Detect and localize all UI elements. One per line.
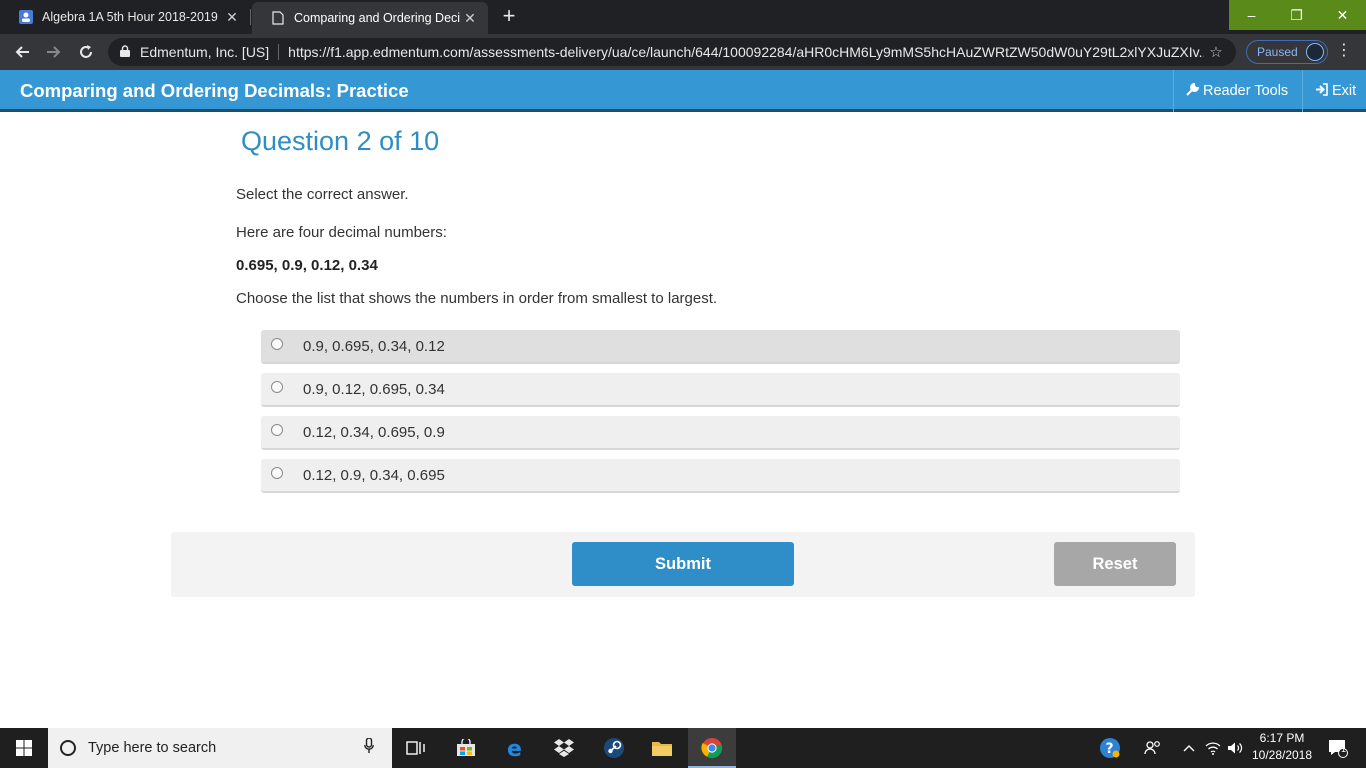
address-divider: [278, 44, 280, 60]
submit-button[interactable]: Submit: [572, 542, 794, 586]
help-icon[interactable]: ?: [1096, 728, 1124, 768]
radio-button[interactable]: [271, 423, 283, 436]
svg-text:?: ?: [1106, 741, 1114, 757]
exit-button[interactable]: Exit: [1302, 70, 1366, 112]
url-text[interactable]: https://f1.app.edmentum.com/assessments-…: [288, 44, 1204, 60]
site-organization: Edmentum, Inc. [US]: [140, 44, 270, 60]
answer-option-label: 0.12, 0.34, 0.695, 0.9: [303, 423, 445, 441]
forward-icon[interactable]: [42, 40, 66, 64]
browser-toolbar: Edmentum, Inc. [US] https://f1.app.edmen…: [0, 34, 1366, 70]
new-tab-button[interactable]: +: [496, 4, 522, 30]
task-view-icon[interactable]: [392, 728, 440, 768]
cortana-icon: [60, 740, 76, 756]
close-window-button[interactable]: ✕: [1319, 0, 1366, 30]
paused-label: Paused: [1257, 45, 1298, 59]
question-instruction: Select the correct answer.: [236, 186, 409, 203]
reader-tools-button[interactable]: Reader Tools: [1173, 70, 1302, 112]
svg-text:e: e: [507, 737, 522, 759]
clock-time: 6:17 PM: [1259, 731, 1305, 745]
radio-button[interactable]: [271, 466, 283, 479]
clock-date: 10/28/2018: [1251, 748, 1313, 762]
search-placeholder: Type here to search: [88, 740, 217, 756]
back-icon[interactable]: [10, 40, 34, 64]
answer-option-label: 0.9, 0.12, 0.695, 0.34: [303, 380, 445, 398]
tab-title: Algebra 1A 5th Hour 2018-2019: [42, 10, 218, 24]
volume-icon[interactable]: [1224, 728, 1246, 768]
wifi-icon[interactable]: [1202, 728, 1224, 768]
edge-icon[interactable]: e: [492, 728, 540, 768]
minimize-button[interactable]: –: [1229, 0, 1274, 30]
app-header: Comparing and Ordering Decimals: Practic…: [0, 70, 1366, 112]
wrench-icon: [1186, 82, 1200, 99]
browser-tab-strip: Algebra 1A 5th Hour 2018-2019 ✕ Comparin…: [0, 0, 1366, 34]
reset-button[interactable]: Reset: [1054, 542, 1176, 586]
close-tab-icon[interactable]: ✕: [222, 9, 242, 26]
reload-icon[interactable]: [74, 40, 98, 64]
maximize-button[interactable]: ❐: [1274, 0, 1319, 30]
people-icon[interactable]: [1140, 728, 1166, 768]
answer-option-3[interactable]: 0.12, 0.34, 0.695, 0.9: [261, 416, 1180, 450]
question-heading: Question 2 of 10: [241, 126, 440, 156]
tab-separator: [250, 9, 251, 25]
store-icon[interactable]: [442, 728, 490, 768]
chrome-menu-icon[interactable]: ⋮: [1336, 40, 1352, 64]
question-prompt: Choose the list that shows the numbers i…: [236, 290, 718, 307]
exit-label: Exit: [1332, 83, 1357, 99]
chevron-up-icon[interactable]: [1178, 728, 1200, 768]
microphone-icon[interactable]: [364, 737, 392, 758]
notification-center-icon[interactable]: 1: [1320, 728, 1356, 768]
steam-avatar-icon: [1306, 43, 1324, 61]
bookmark-star-icon[interactable]: ☆: [1204, 43, 1228, 61]
dropbox-icon[interactable]: [540, 728, 588, 768]
classroom-icon: [18, 9, 34, 25]
answer-option-2[interactable]: 0.9, 0.12, 0.695, 0.34: [261, 373, 1180, 407]
answer-option-1[interactable]: 0.9, 0.695, 0.34, 0.12: [261, 330, 1180, 364]
question-numbers: 0.695, 0.9, 0.12, 0.34: [236, 257, 378, 274]
radio-button[interactable]: [271, 337, 283, 350]
steam-icon[interactable]: [590, 728, 638, 768]
lock-icon: [120, 44, 130, 60]
answer-option-4[interactable]: 0.12, 0.9, 0.34, 0.695: [261, 459, 1180, 493]
radio-button[interactable]: [271, 380, 283, 393]
tab-title: Comparing and Ordering Decima: [294, 11, 460, 25]
chrome-icon[interactable]: [688, 728, 736, 768]
address-bar[interactable]: Edmentum, Inc. [US] https://f1.app.edmen…: [108, 38, 1236, 66]
document-icon: [270, 10, 286, 26]
taskbar-search-box[interactable]: Type here to search: [48, 728, 392, 768]
tab-algebra[interactable]: Algebra 1A 5th Hour 2018-2019 ✕: [0, 0, 250, 34]
tab-comparing-decimals[interactable]: Comparing and Ordering Decima ✕: [252, 2, 488, 34]
close-tab-icon[interactable]: ✕: [460, 10, 480, 27]
reader-tools-label: Reader Tools: [1203, 83, 1289, 99]
profile-paused-button[interactable]: Paused: [1246, 40, 1328, 64]
question-intro: Here are four decimal numbers:: [236, 224, 447, 241]
notification-count: 1: [1341, 744, 1347, 754]
answer-option-label: 0.9, 0.695, 0.34, 0.12: [303, 337, 445, 355]
file-explorer-icon[interactable]: [638, 728, 686, 768]
answer-option-label: 0.12, 0.9, 0.34, 0.695: [303, 466, 445, 484]
system-clock[interactable]: 6:17 PM 10/28/2018: [1248, 730, 1316, 764]
windows-start-icon[interactable]: [0, 728, 48, 768]
sign-out-icon: [1315, 83, 1328, 99]
page-title: Comparing and Ordering Decimals: Practic…: [20, 80, 409, 101]
